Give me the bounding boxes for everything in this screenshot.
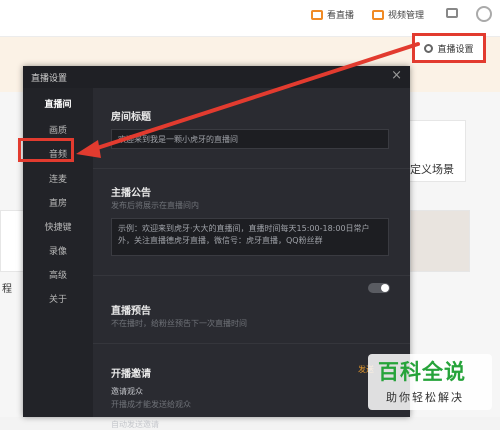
sidebar-item-room[interactable]: 直播间	[23, 97, 93, 110]
announcement-sub: 发布后将展示在直播间内	[111, 201, 199, 210]
preview-toggle[interactable]	[368, 283, 390, 293]
video-manage-link[interactable]: 视频管理	[372, 8, 424, 21]
announcement-textarea[interactable]: 示例：欢迎来到虎牙·大大的直播间，直播时间每天15:00-18:00日常户外，关…	[111, 218, 389, 256]
sidebar-item-shortcut[interactable]: 快捷键	[23, 220, 93, 233]
room-title-input[interactable]: 欢迎来到我是一颗小虎牙的直播间	[111, 129, 389, 149]
bg-card-right-2	[410, 210, 470, 272]
sidebar-item-quality[interactable]: 画质	[23, 123, 93, 136]
live-setting-dialog: 直播设置 × 直播间 画质 音频 连麦 直房 快捷键 录像 高级 关于 房间标题…	[23, 66, 410, 429]
sidebar-item-record[interactable]: 录像	[23, 244, 93, 257]
divider	[93, 168, 410, 169]
watermark-title: 百科全说	[378, 360, 466, 384]
invite-audience-sub: 开播成才能发送给观众	[111, 400, 191, 409]
message-button[interactable]	[446, 8, 462, 18]
avatar-icon	[476, 6, 492, 22]
sidebar-item-advanced[interactable]: 高级	[23, 268, 93, 281]
invite-audience-label: 邀请观众	[111, 387, 143, 396]
gear-icon	[424, 43, 434, 53]
live-look-link[interactable]: 看直播	[311, 8, 354, 21]
scene-text: 定义场景	[410, 163, 454, 176]
dialog-title: 直播设置	[31, 74, 68, 84]
sidebar-item-about[interactable]: 关于	[23, 292, 93, 305]
divider	[93, 343, 410, 344]
user-avatar[interactable]	[476, 6, 492, 22]
divider	[93, 275, 410, 276]
audio-highlight-box	[18, 138, 74, 162]
live-setting-label: 直播设置	[437, 44, 474, 55]
sidebar-item-mic[interactable]: 连麦	[23, 172, 93, 185]
message-icon	[446, 8, 458, 18]
video-icon	[372, 9, 384, 20]
top-bar: 看直播 视频管理	[0, 0, 500, 37]
room-title-heading: 房间标题	[111, 112, 151, 123]
preview-sub: 不在播时，给粉丝预告下一次直播时间	[111, 319, 247, 328]
video-manage-label: 视频管理	[388, 11, 425, 21]
bg-left-char: 程	[2, 284, 12, 295]
sidebar-item-zhifang[interactable]: 直房	[23, 196, 93, 209]
auto-send-label: 自动发送邀请	[111, 420, 159, 429]
live-look-label: 看直播	[327, 11, 355, 21]
invite-heading: 开播邀请	[111, 369, 151, 380]
live-setting-button[interactable]: 直播设置	[412, 33, 486, 63]
toggle-knob	[381, 284, 389, 292]
preview-heading: 直播预告	[111, 306, 151, 317]
tv-icon	[311, 9, 323, 20]
dialog-header: 直播设置 ×	[23, 66, 410, 88]
close-icon[interactable]: ×	[391, 68, 402, 83]
announcement-heading: 主播公告	[111, 188, 151, 199]
watermark: 百科全说 助你轻松解决	[368, 354, 492, 410]
watermark-sub: 助你轻松解决	[386, 391, 464, 404]
